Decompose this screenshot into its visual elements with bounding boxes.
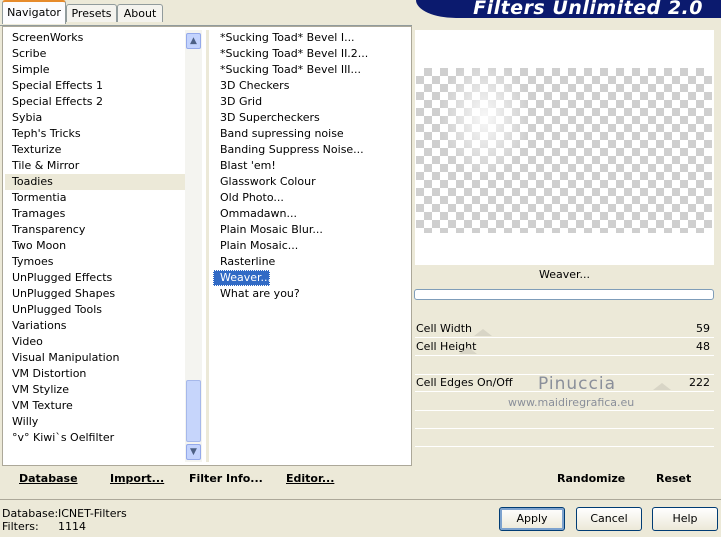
category-item[interactable]: VM Texture <box>5 398 185 414</box>
category-item[interactable]: Tramages <box>5 206 185 222</box>
category-item[interactable]: Special Effects 1 <box>5 78 185 94</box>
category-item[interactable]: Texturize <box>5 142 185 158</box>
filter-item[interactable]: Weaver... <box>213 270 271 286</box>
category-item[interactable]: Tymoes <box>5 254 185 270</box>
category-item[interactable]: Video <box>5 334 185 350</box>
param-cell-width[interactable]: Cell Width 59 <box>415 320 714 338</box>
tab-navigator[interactable]: Navigator <box>2 0 66 24</box>
filter-item[interactable]: Ommadawn... <box>213 206 405 222</box>
slider-track[interactable] <box>415 355 714 356</box>
tab-presets[interactable]: Presets <box>66 4 117 22</box>
param-value: 59 <box>696 322 710 335</box>
title-banner: Filters Unlimited 2.0 <box>416 0 721 19</box>
randomize-button[interactable]: Randomize <box>557 472 625 485</box>
category-item[interactable]: VM Stylize <box>5 382 185 398</box>
apply-button[interactable]: Apply <box>499 507 565 531</box>
arrow-up-icon[interactable]: ▲ <box>186 33 201 49</box>
category-item[interactable]: Willy <box>5 414 185 430</box>
filter-item[interactable]: 3D Checkers <box>213 78 405 94</box>
category-item[interactable]: ScreenWorks <box>5 30 185 46</box>
filter-item[interactable]: Plain Mosaic Blur... <box>213 222 405 238</box>
filter-item[interactable]: Banding Suppress Noise... <box>213 142 405 158</box>
category-item[interactable]: UnPlugged Tools <box>5 302 185 318</box>
param-divider <box>415 446 714 447</box>
current-filter-name: Weaver... <box>538 268 591 281</box>
category-item[interactable]: Simple <box>5 62 185 78</box>
filter-item[interactable]: 3D Supercheckers <box>213 110 405 126</box>
slider-thumb-icon[interactable] <box>653 383 671 390</box>
editor-button[interactable]: Editor... <box>286 472 334 485</box>
category-item[interactable]: Special Effects 2 <box>5 94 185 110</box>
database-label: Database: <box>2 507 59 520</box>
filter-item[interactable]: *Sucking Toad* Bevel III... <box>213 62 405 78</box>
category-item[interactable]: Teph's Tricks <box>5 126 185 142</box>
database-value: ICNET-Filters <box>58 507 127 520</box>
reset-button[interactable]: Reset <box>656 472 691 485</box>
category-item[interactable]: Visual Manipulation <box>5 350 185 366</box>
arrow-down-icon[interactable]: ▼ <box>186 444 201 460</box>
app-title: Filters Unlimited 2.0 <box>473 0 703 19</box>
progress-bar <box>414 289 714 300</box>
cancel-button[interactable]: Cancel <box>576 507 642 531</box>
category-item[interactable]: Scribe <box>5 46 185 62</box>
category-item[interactable]: Toadies <box>5 174 185 190</box>
category-item[interactable]: °v° Kiwi`s Oelfilter <box>5 430 185 446</box>
preview-image <box>440 68 530 178</box>
category-item[interactable]: Tile & Mirror <box>5 158 185 174</box>
filter-item[interactable]: 3D Grid <box>213 94 405 110</box>
category-item[interactable]: Transparency <box>5 222 185 238</box>
list-splitter[interactable] <box>206 30 209 462</box>
param-cell-height[interactable]: Cell Height 48 <box>415 338 714 356</box>
filter-item[interactable]: *Sucking Toad* Bevel II.2... <box>213 46 405 62</box>
filter-item[interactable]: Blast 'em! <box>213 158 405 174</box>
param-divider <box>415 428 714 429</box>
slider-thumb-icon[interactable] <box>474 329 492 336</box>
watermark-url: www.maidiregrafica.eu <box>508 396 635 409</box>
category-item[interactable]: UnPlugged Effects <box>5 270 185 286</box>
category-item[interactable]: UnPlugged Shapes <box>5 286 185 302</box>
filter-item[interactable]: *Sucking Toad* Bevel I... <box>213 30 405 46</box>
filter-list[interactable]: *Sucking Toad* Bevel I... *Sucking Toad* … <box>213 30 405 460</box>
filter-item[interactable]: Glasswork Colour <box>213 174 405 190</box>
category-item[interactable]: Variations <box>5 318 185 334</box>
category-item[interactable]: VM Distortion <box>5 366 185 382</box>
category-item[interactable]: Tormentia <box>5 190 185 206</box>
watermark-name: Pinuccia <box>538 374 616 394</box>
param-value: 48 <box>696 340 710 353</box>
help-button[interactable]: Help <box>652 507 718 531</box>
filter-item[interactable]: Old Photo... <box>213 190 405 206</box>
param-label: Cell Edges On/Off <box>416 376 513 389</box>
param-divider <box>415 410 714 411</box>
slider-thumb-icon[interactable] <box>459 347 477 354</box>
filter-item[interactable]: Rasterline <box>213 254 405 270</box>
filter-item[interactable]: Band supressing noise <box>213 126 405 142</box>
filter-item[interactable]: What are you? <box>213 286 405 302</box>
category-item[interactable]: Two Moon <box>5 238 185 254</box>
filters-label: Filters: <box>2 520 39 533</box>
filter-item[interactable]: Plain Mosaic... <box>213 238 405 254</box>
category-list[interactable]: ScreenWorks Scribe Simple Special Effects 1… <box>5 30 185 460</box>
status-divider <box>0 499 721 500</box>
param-label: Cell Width <box>416 322 473 335</box>
import-button[interactable]: Import... <box>110 472 164 485</box>
tab-about[interactable]: About <box>117 4 163 22</box>
filter-info-button[interactable]: Filter Info... <box>189 472 263 485</box>
scroll-thumb[interactable] <box>186 380 201 442</box>
category-scrollbar[interactable]: ▲ ▼ <box>185 30 202 462</box>
filters-count: 1114 <box>58 520 86 533</box>
param-value: 222 <box>689 376 710 389</box>
category-item[interactable]: Sybia <box>5 110 185 126</box>
database-button[interactable]: Database <box>19 472 78 485</box>
